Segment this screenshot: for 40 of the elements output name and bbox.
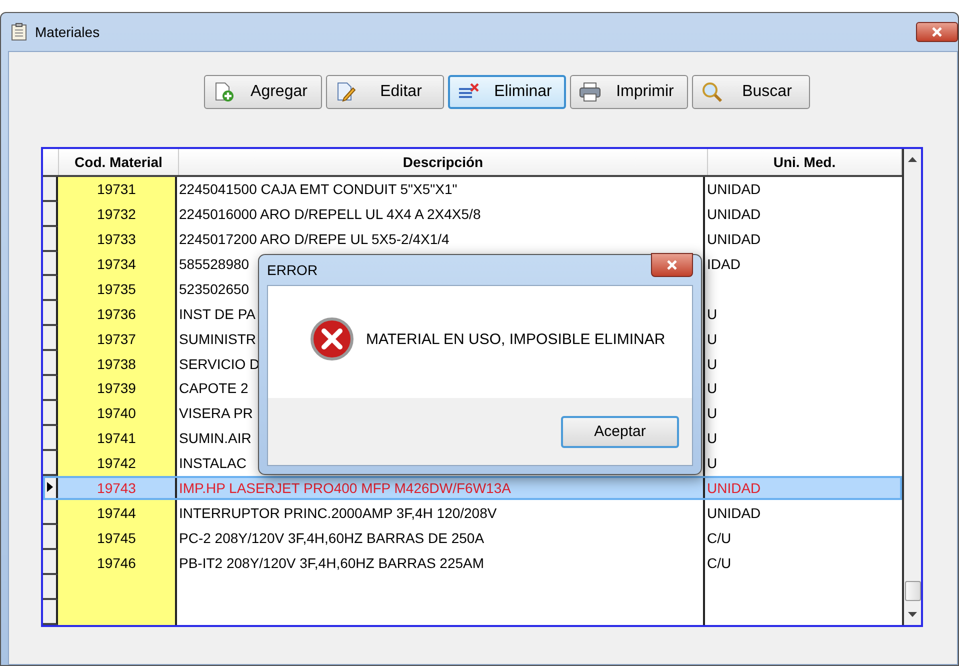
table-cell: UNIDAD (707, 480, 761, 496)
table-cell: IMP.HP LASERJET PRO400 MFP M426DW/F6W13A (177, 476, 705, 500)
window-title: Materiales (35, 24, 100, 40)
table-cell: PB-IT2 208Y/120V 3F,4H,60HZ BARRAS 225AM (177, 550, 705, 576)
table-cell: U (707, 405, 718, 422)
table-cell: UNIDAD (707, 206, 761, 222)
table-cell: UNIDAD (707, 181, 761, 198)
table-cell: 19733 (58, 226, 177, 252)
table-cell: 19741 (58, 426, 177, 451)
table-cell: C/U (707, 554, 732, 571)
table-cell: U (707, 455, 718, 472)
table-cell: 19739 (58, 376, 177, 401)
table-cell: 19736 (58, 301, 177, 326)
table-cell: 19732 (58, 202, 177, 227)
table-cell: U (707, 330, 718, 347)
table-cell: UNIDAD (707, 504, 761, 521)
table-cell: 19731 (58, 176, 177, 202)
table-cell: 19735 (58, 276, 177, 302)
table-cell: 19734 (58, 252, 177, 276)
table-cell: 19742 (58, 450, 177, 476)
table-cell: 19740 (58, 400, 177, 426)
table-cell: 2245041500 CAJA EMT CONDUIT 5"X5"X1" (177, 176, 705, 202)
table-cell: U (707, 430, 718, 446)
table-cell: 19738 (58, 351, 177, 376)
table-cell: 19745 (58, 525, 177, 550)
table-cell: U (707, 356, 718, 372)
table-cell: 19737 (58, 326, 177, 352)
table-cell: U (707, 380, 718, 396)
table-cell: PC-2 208Y/120V 3F,4H,60HZ BARRAS DE 250A (177, 525, 705, 550)
table-cell: U (707, 306, 718, 322)
table-cell: INTERRUPTOR PRINC.2000AMP 3F,4H 120/208V (177, 500, 705, 526)
table-cell: IDAD (707, 256, 740, 272)
dialog-title: ERROR (267, 262, 318, 278)
table-cell: 19746 (58, 550, 177, 576)
table-cell: C/U (707, 530, 732, 546)
table-cell: 19744 (58, 500, 177, 526)
table-cell: UNIDAD (707, 231, 761, 248)
table-cell: 19743 (58, 476, 177, 500)
error-message: MATERIAL EN USO, IMPOSIBLE ELIMINAR (366, 330, 666, 348)
table-cell: 2245016000 ARO D/REPELL UL 4X4 A 2X4X5/8 (177, 202, 705, 227)
